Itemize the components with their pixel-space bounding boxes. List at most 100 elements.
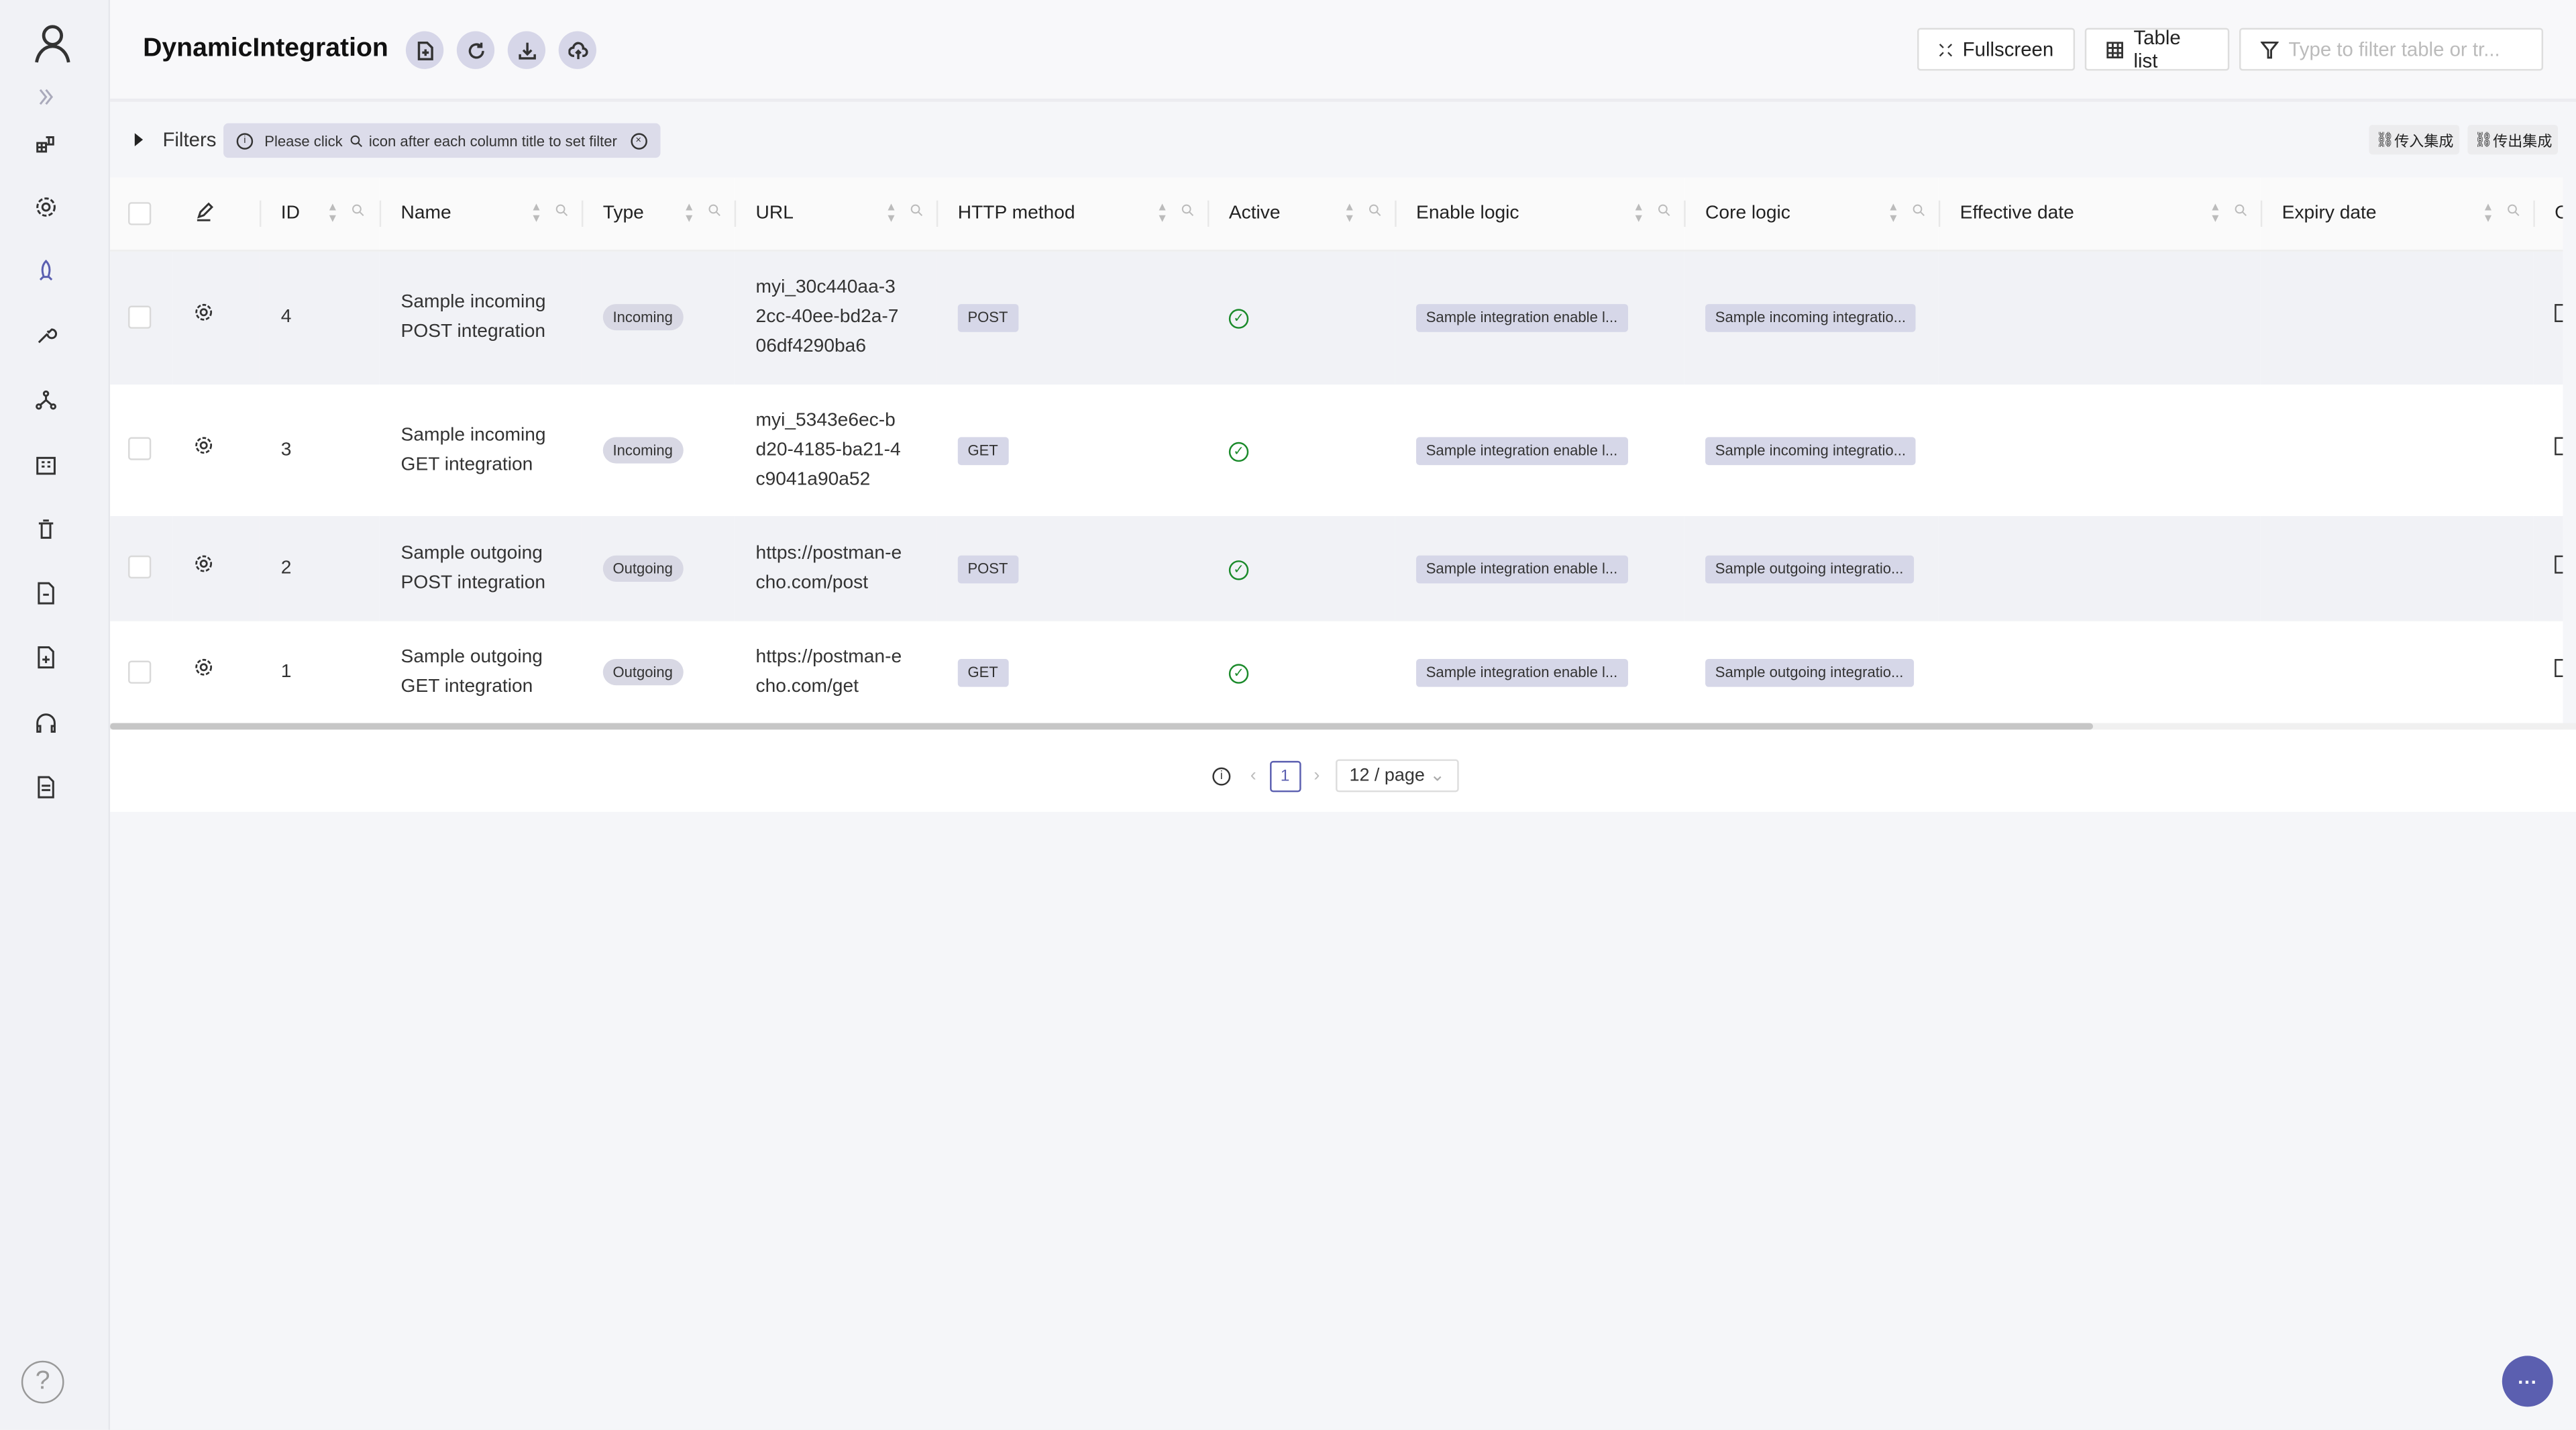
gear-icon[interactable] <box>194 435 213 454</box>
next-page-button[interactable]: › <box>1313 766 1320 785</box>
help-icon[interactable]: ? <box>21 1360 64 1404</box>
page-1-button[interactable]: 1 <box>1269 760 1301 792</box>
upload-button[interactable] <box>558 31 596 69</box>
column-header-type[interactable]: Type ▲ ▼ <box>581 177 735 252</box>
building-icon[interactable] <box>33 452 59 478</box>
column-header-effective-date[interactable]: Effective date ▲ ▼ <box>1938 177 2261 252</box>
gear-icon[interactable] <box>194 553 213 572</box>
incoming-integration-button[interactable]: ⛓ 传入集成 <box>2369 125 2461 155</box>
column-header-ob[interactable]: Ob <box>2533 177 2563 252</box>
refresh-icon <box>468 42 484 58</box>
row-checkbox[interactable] <box>128 306 152 329</box>
enable-logic-tag[interactable]: Sample integration enable l... <box>1416 436 1627 464</box>
sort-icon[interactable]: ▲ ▼ <box>1888 202 1899 225</box>
column-header-enable-logic[interactable]: Enable logic ▲ ▼ <box>1395 177 1684 252</box>
table-filter-input[interactable]: Type to filter table or tr... <box>2239 28 2544 71</box>
scrollbar-thumb[interactable] <box>110 723 2094 730</box>
search-icon[interactable] <box>1368 204 1382 217</box>
table-icon <box>2106 41 2123 58</box>
sort-icon[interactable]: ▲ ▼ <box>2482 202 2493 225</box>
sort-icon[interactable]: ▲ ▼ <box>2210 202 2221 225</box>
name-cell: Sample outgoing POST integration <box>379 515 582 621</box>
file-add-icon[interactable] <box>33 644 59 670</box>
column-header-expiry-date[interactable]: Expiry date ▲ ▼ <box>2260 177 2534 252</box>
enable-logic-tag[interactable]: Sample integration enable l... <box>1416 554 1627 583</box>
table-row[interactable]: 4 Sample incoming POST integration Incomin… <box>110 250 2563 384</box>
table-row[interactable]: 3 Sample incoming GET integration Incoming… <box>110 384 2563 515</box>
sort-icon[interactable]: ▲ ▼ <box>327 202 338 225</box>
expand-triangle-icon[interactable] <box>134 133 144 146</box>
sort-icon[interactable]: ▲ ▼ <box>531 202 542 225</box>
filter-bar: Filters i Please click icon after each c… <box>110 118 2576 161</box>
search-icon[interactable] <box>352 204 365 217</box>
core-logic-tag[interactable]: Sample outgoing integratio... <box>1705 554 1914 583</box>
search-icon[interactable] <box>2235 204 2248 217</box>
select-all-checkbox[interactable] <box>128 202 152 225</box>
link-icon: ⛓ <box>2474 130 2493 148</box>
expiry-date-cell <box>2261 620 2534 723</box>
core-logic-tag[interactable]: Sample incoming integratio... <box>1705 304 1916 333</box>
sort-icon[interactable]: ▲ ▼ <box>885 202 897 225</box>
sort-icon[interactable]: ▲ ▼ <box>1344 202 1355 225</box>
filters-toggle[interactable]: Filters <box>162 128 216 151</box>
row-checkbox[interactable] <box>128 556 152 580</box>
gear-icon[interactable] <box>194 303 213 322</box>
column-header-core-logic[interactable]: Core logic ▲ ▼ <box>1684 177 1939 252</box>
search-icon[interactable] <box>2507 204 2520 217</box>
expand-chevrons-icon[interactable] <box>33 84 59 110</box>
id-cell: 2 <box>259 515 380 621</box>
page-size-select[interactable]: 12 / page ⌄ <box>1336 759 1458 793</box>
refresh-button[interactable] <box>456 31 495 69</box>
search-icon[interactable] <box>555 204 569 217</box>
fullscreen-button[interactable]: Fullscreen <box>1917 28 2076 71</box>
network-icon[interactable] <box>33 387 59 413</box>
column-header-active[interactable]: Active ▲ ▼ <box>1208 177 1395 252</box>
enable-logic-tag[interactable]: Sample integration enable l... <box>1416 659 1627 687</box>
prev-page-button[interactable]: ‹ <box>1250 766 1256 785</box>
sort-icon[interactable]: ▲ ▼ <box>684 202 695 225</box>
object-icon <box>2555 304 2563 323</box>
column-divider <box>2260 200 2263 227</box>
download-icon <box>518 42 535 59</box>
effective-date-cell <box>1939 384 2261 515</box>
blocks-icon[interactable] <box>33 130 59 156</box>
enable-logic-tag[interactable]: Sample integration enable l... <box>1416 304 1627 333</box>
horizontal-scrollbar[interactable] <box>110 723 2576 730</box>
gear-icon[interactable] <box>194 658 213 677</box>
object-icon <box>2555 659 2563 677</box>
trash-icon[interactable] <box>33 516 59 542</box>
column-header-http-method[interactable]: HTTP method ▲ ▼ <box>936 177 1208 252</box>
wrench-icon[interactable] <box>33 322 59 348</box>
new-record-button[interactable] <box>405 31 444 69</box>
sort-icon[interactable]: ▲ ▼ <box>1633 202 1644 225</box>
search-icon[interactable] <box>1181 204 1195 217</box>
object-icon <box>2555 554 2563 573</box>
file-icon[interactable] <box>33 580 59 606</box>
search-icon[interactable] <box>1913 204 1926 217</box>
edit-icon[interactable] <box>194 201 213 221</box>
chat-assistant-button[interactable]: ··· <box>2502 1356 2553 1407</box>
rocket-icon[interactable] <box>33 258 59 284</box>
search-icon[interactable] <box>708 204 722 217</box>
column-header-url[interactable]: URL ▲ ▼ <box>734 177 936 252</box>
user-avatar-icon[interactable] <box>30 19 76 66</box>
column-divider <box>259 200 262 227</box>
table-list-button[interactable]: Table list <box>2084 26 2230 72</box>
search-icon[interactable] <box>1658 204 1671 217</box>
download-button[interactable] <box>507 31 546 69</box>
column-header-name[interactable]: Name ▲ ▼ <box>379 177 582 252</box>
headphones-icon[interactable] <box>33 710 59 736</box>
table-row[interactable]: 2 Sample outgoing POST integration Outgoin… <box>110 515 2563 621</box>
close-hint-icon[interactable]: × <box>630 132 647 149</box>
table-row[interactable]: 1 Sample outgoing GET integration Outgoing… <box>110 620 2563 723</box>
document-icon[interactable] <box>33 774 59 800</box>
outgoing-integration-button[interactable]: ⛓ 传出集成 <box>2467 125 2559 155</box>
core-logic-tag[interactable]: Sample outgoing integratio... <box>1705 659 1914 687</box>
core-logic-tag[interactable]: Sample incoming integratio... <box>1705 436 1916 464</box>
row-checkbox[interactable] <box>128 660 152 684</box>
row-checkbox[interactable] <box>128 438 152 461</box>
column-header-id[interactable]: ID ▲ ▼ <box>259 177 380 252</box>
gear-icon[interactable] <box>33 194 59 220</box>
search-icon[interactable] <box>910 204 924 217</box>
sort-icon[interactable]: ▲ ▼ <box>1157 202 1168 225</box>
